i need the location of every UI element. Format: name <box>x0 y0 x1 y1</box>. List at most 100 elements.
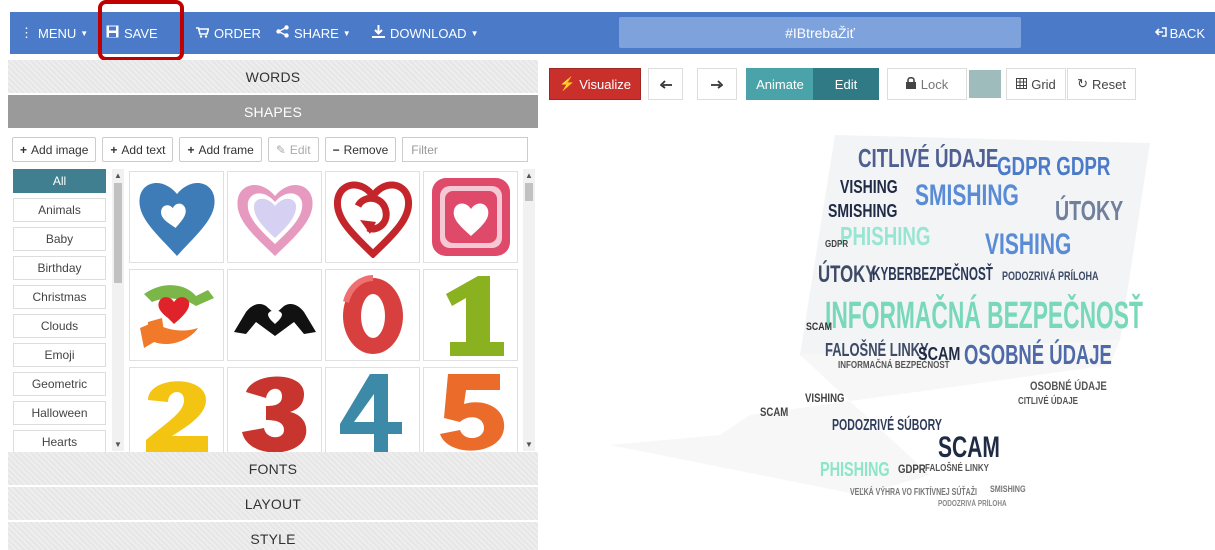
lock-icon <box>905 76 916 92</box>
scrollbar-thumb[interactable] <box>114 183 122 283</box>
plus-icon: + <box>20 142 28 157</box>
background-color-swatch[interactable] <box>969 70 1001 98</box>
cloud-word: FALOŠNÉ LINKY <box>925 463 990 474</box>
shape-tile-digit-5[interactable] <box>423 367 518 453</box>
heart-icon <box>138 182 215 256</box>
add-text-button[interactable]: + Add text <box>102 137 174 162</box>
top-toolbar: ⋮ MENU ▼ SAVE ORDER SHARE ▼ DOWNLOAD ▼ #… <box>10 12 1215 54</box>
category-birthday[interactable]: Birthday <box>13 256 106 280</box>
cloud-word: PODOZRIVÁ PRÍLOHA <box>938 499 1007 508</box>
order-button[interactable]: ORDER <box>186 12 266 54</box>
plus-icon: + <box>187 142 195 157</box>
cloud-word: KYBERBEZPEČNOSŤ <box>872 264 993 284</box>
cloud-word: SMISHING <box>828 201 898 221</box>
lock-button[interactable]: Lock <box>887 68 967 100</box>
shape-tile-digit-1[interactable] <box>423 269 518 361</box>
shape-tile-hands-heart[interactable] <box>129 269 224 361</box>
shape-tile-digit-2[interactable] <box>129 367 224 453</box>
category-list: All Animals Baby Birthday Christmas Clou… <box>13 169 108 459</box>
scroll-down-icon[interactable]: ▼ <box>112 440 124 449</box>
cloud-word: VEĽKÁ VÝHRA VO FIKTÍVNEJ SÚŤAŽI <box>850 487 977 498</box>
reset-button[interactable]: ↻ Reset <box>1067 68 1136 100</box>
shape-tile-hands-heart-silhouette[interactable] <box>227 269 322 361</box>
wordcloud-title-input[interactable]: #IBtrebaŽiť <box>619 17 1021 48</box>
cloud-word: CITLIVÉ ÚDAJE <box>1018 396 1079 407</box>
cloud-word: INFORMAČNÁ BEZPEČNOSŤ <box>838 360 950 371</box>
caret-down-icon: ▼ <box>470 28 479 38</box>
word-cloud-canvas[interactable]: CITLIVÉ ÚDAJE GDPR GDPR VISHING SMISHING… <box>600 115 1160 545</box>
cloud-word: SCAM <box>760 405 789 419</box>
shape-tile-red-heart-arrow[interactable] <box>325 171 420 263</box>
undo-icon <box>659 77 672 92</box>
share-button[interactable]: SHARE ▼ <box>266 12 362 54</box>
filter-input[interactable]: Filter <box>402 137 529 162</box>
grid-button[interactable]: Grid <box>1006 68 1066 100</box>
back-button[interactable]: BACK <box>1145 12 1215 54</box>
share-icon <box>276 25 289 41</box>
visualize-button[interactable]: ⚡ Visualize <box>549 68 641 100</box>
digit-four-icon <box>339 374 402 453</box>
plus-icon: + <box>110 142 118 157</box>
save-highlight-annotation <box>98 0 184 61</box>
category-scrollbar[interactable]: ▲ ▼ <box>112 169 124 451</box>
category-animals[interactable]: Animals <box>13 198 106 222</box>
cloud-word: OSOBNÉ ÚDAJE <box>1030 379 1107 393</box>
refresh-icon: ↻ <box>1077 76 1088 91</box>
menu-button[interactable]: ⋮ MENU ▼ <box>10 12 96 54</box>
category-all[interactable]: All <box>13 169 106 193</box>
category-geometric[interactable]: Geometric <box>13 372 106 396</box>
shape-grid <box>129 171 519 453</box>
grid-icon <box>1016 77 1028 92</box>
add-image-button[interactable]: + Add image <box>12 137 97 162</box>
animate-tab[interactable]: Animate <box>746 68 814 100</box>
category-clouds[interactable]: Clouds <box>13 314 106 338</box>
cloud-word: PHISHING <box>840 221 931 251</box>
scroll-up-icon[interactable]: ▲ <box>112 171 124 180</box>
shape-tile-digit-4[interactable] <box>325 367 420 453</box>
lock-label: Lock <box>920 76 949 92</box>
heart-icon <box>236 184 313 256</box>
scrollbar-thumb[interactable] <box>525 183 533 201</box>
kebab-icon: ⋮ <box>20 25 33 40</box>
shape-tile-framed-heart[interactable] <box>423 171 518 263</box>
digit-zero-icon <box>342 275 403 354</box>
undo-button[interactable] <box>648 68 683 100</box>
category-christmas[interactable]: Christmas <box>13 285 106 309</box>
cloud-word: VISHING <box>985 228 1072 261</box>
cloud-word: GDPR <box>825 239 849 250</box>
redo-button[interactable] <box>697 68 737 100</box>
edit-shape-button[interactable]: ✎ Edit <box>267 137 319 162</box>
shape-tile-digit-3[interactable] <box>227 367 322 453</box>
share-label: SHARE <box>294 25 339 41</box>
download-button[interactable]: DOWNLOAD ▼ <box>362 12 492 54</box>
category-emoji[interactable]: Emoji <box>13 343 106 367</box>
scroll-down-icon[interactable]: ▼ <box>523 440 535 449</box>
cloud-word: OSOBNÉ ÚDAJE <box>964 339 1112 370</box>
edit-tab[interactable]: Edit <box>813 68 879 100</box>
shape-grid-scrollbar[interactable]: ▲ ▼ <box>523 169 535 451</box>
category-halloween[interactable]: Halloween <box>13 401 106 425</box>
add-frame-button[interactable]: + Add frame <box>179 137 262 162</box>
accordion-words[interactable]: WORDS <box>8 60 538 93</box>
accordion-shapes[interactable]: SHAPES <box>8 95 538 128</box>
remove-shape-button[interactable]: − Remove <box>324 137 397 162</box>
caret-down-icon: ▼ <box>80 28 89 38</box>
cloud-word: INFORMAČNÁ BEZPEČNOSŤ <box>825 295 1143 337</box>
accordion-style[interactable]: STYLE <box>8 522 538 550</box>
accordion-fonts[interactable]: FONTS <box>8 452 538 485</box>
heart-arrow-icon <box>333 181 412 258</box>
shape-tile-pink-heart[interactable] <box>227 171 322 263</box>
grid-label: Grid <box>1031 76 1056 92</box>
category-baby[interactable]: Baby <box>13 227 106 251</box>
accordion-layout[interactable]: LAYOUT <box>8 487 538 520</box>
order-label: ORDER <box>214 25 261 41</box>
scroll-up-icon[interactable]: ▲ <box>523 171 535 180</box>
category-hearts[interactable]: Hearts <box>13 430 106 454</box>
magic-wand-icon: ⚡ <box>559 76 576 91</box>
pencil-icon: ✎ <box>275 142 286 157</box>
shape-tile-blue-heart[interactable] <box>129 171 224 263</box>
redo-icon <box>711 77 724 92</box>
digit-two-icon <box>145 381 208 453</box>
cloud-word: VISHING <box>805 391 845 405</box>
shape-tile-digit-0[interactable] <box>325 269 420 361</box>
